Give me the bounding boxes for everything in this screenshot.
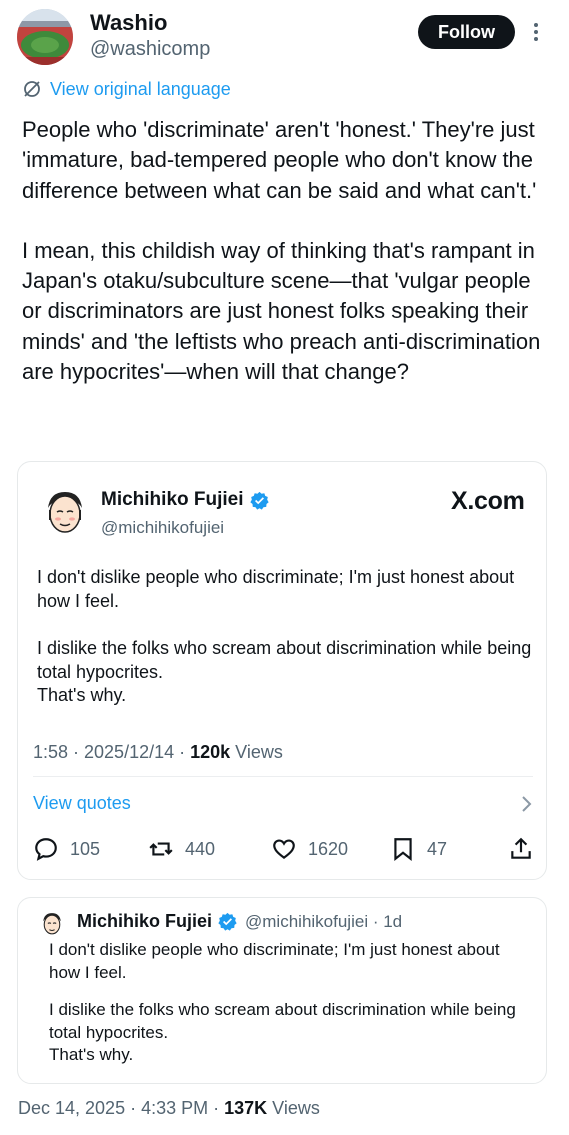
embedded-tweet-card[interactable]: Michihiko Fujiei @michihikofujiei X.com … xyxy=(17,461,547,880)
embedded-tweet-meta: 1:58 · 2025/12/14 · 120k Views xyxy=(33,742,283,763)
share-icon xyxy=(511,837,531,859)
x-com-logo[interactable]: X.com xyxy=(451,487,525,516)
quoted-tweet-card[interactable]: Michihiko Fujiei @michihikofujiei · 1d I… xyxy=(17,897,547,1084)
chevron-right-icon[interactable] xyxy=(519,795,533,813)
reply-count: 105 xyxy=(70,838,101,859)
view-original-language-link[interactable]: View original language xyxy=(22,77,231,101)
quoted-tweet-body: I don't dislike people who discriminate;… xyxy=(49,939,529,1067)
action-bar: 105 440 1620 47 xyxy=(18,834,548,864)
follow-button[interactable]: Follow xyxy=(418,15,515,49)
embedded-timestamp[interactable]: 1:58 · 2025/12/14 · xyxy=(33,742,190,762)
tweet-views-count: 137K xyxy=(224,1098,268,1118)
verified-badge-icon xyxy=(249,491,269,510)
view-quotes-link[interactable]: View quotes xyxy=(33,793,131,814)
retweet-icon xyxy=(149,842,173,856)
tweet-meta: Dec 14, 2025 · 4:33 PM · 137K Views xyxy=(18,1098,320,1119)
embedded-paragraph: I don't dislike people who discriminate;… xyxy=(37,567,515,611)
tweet-timestamp[interactable]: Dec 14, 2025 · 4:33 PM · xyxy=(18,1098,224,1118)
view-original-language-label: View original language xyxy=(50,78,231,99)
divider xyxy=(33,776,533,777)
bookmark-action[interactable]: 47 xyxy=(390,834,447,864)
embedded-author-name: Michihiko Fujiei xyxy=(101,489,244,510)
embedded-views-count: 120k xyxy=(190,742,231,762)
retweet-action[interactable]: 440 xyxy=(148,834,215,864)
translate-icon xyxy=(24,81,40,97)
quoted-paragraph: I dislike the folks who scream about dis… xyxy=(49,1000,516,1064)
tweet-body: People who 'discriminate' aren't 'honest… xyxy=(22,115,552,387)
heart-icon xyxy=(273,839,295,860)
more-vertical-icon[interactable] xyxy=(530,20,542,44)
author-handle[interactable]: @washicomp xyxy=(90,38,210,61)
quoted-paragraph: I don't dislike people who discriminate;… xyxy=(49,940,500,982)
like-action[interactable]: 1620 xyxy=(271,834,348,864)
quoted-author-avatar[interactable] xyxy=(38,910,66,938)
like-count: 1620 xyxy=(308,838,349,859)
retweet-count: 440 xyxy=(185,838,216,859)
reply-action[interactable]: 105 xyxy=(33,834,100,864)
embedded-tweet-body: I don't dislike people who discriminate;… xyxy=(37,566,532,708)
share-action[interactable] xyxy=(508,834,534,864)
tweet-paragraph: People who 'discriminate' aren't 'honest… xyxy=(22,117,537,203)
embedded-views-label: Views xyxy=(230,742,283,762)
embedded-author-handle[interactable]: @michihikofujiei xyxy=(101,518,224,538)
quoted-author-handle-time: @michihikofujiei · 1d xyxy=(245,911,403,931)
quoted-author-row[interactable]: Michihiko Fujiei @michihikofujiei · 1d xyxy=(77,911,402,932)
embedded-author-avatar[interactable] xyxy=(38,486,92,540)
bookmark-icon xyxy=(394,838,412,861)
reply-icon xyxy=(35,838,57,861)
embedded-paragraph: I dislike the folks who scream about dis… xyxy=(37,638,532,705)
verified-badge-icon xyxy=(218,912,237,931)
tweet-header: Washio @washicomp Follow xyxy=(0,0,569,75)
embedded-author-row[interactable]: Michihiko Fujiei xyxy=(101,489,269,511)
quoted-author-name: Michihiko Fujiei xyxy=(77,911,213,931)
tweet-paragraph: I mean, this childish way of thinking th… xyxy=(22,237,541,385)
author-avatar[interactable] xyxy=(17,9,73,65)
author-name[interactable]: Washio xyxy=(90,10,167,36)
tweet-views-label: Views xyxy=(267,1098,320,1118)
bookmark-count: 47 xyxy=(427,838,448,859)
